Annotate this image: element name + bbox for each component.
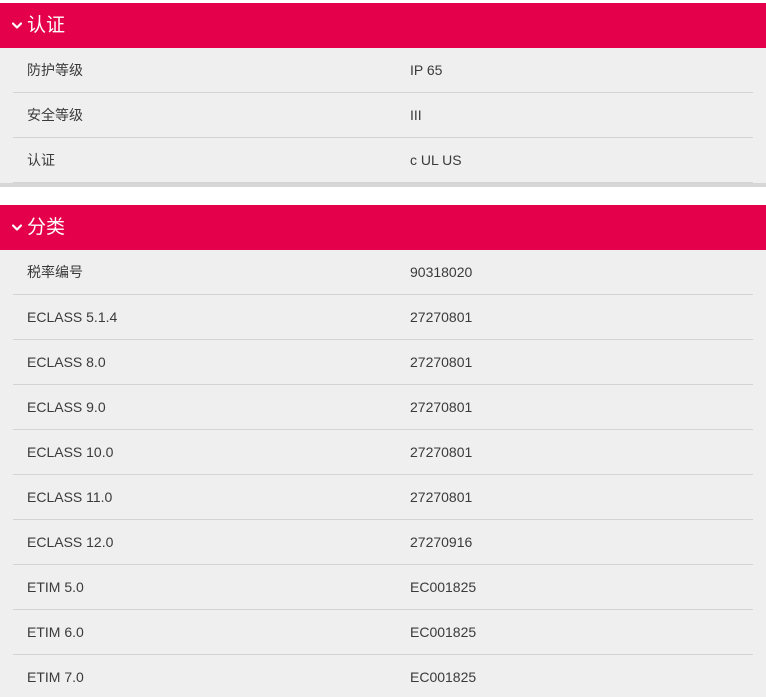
row-value: EC001825 (410, 579, 477, 595)
table-row: ECLASS 10.0 27270801 (13, 430, 753, 475)
table-row: ECLASS 8.0 27270801 (13, 340, 753, 385)
row-label: ECLASS 11.0 (27, 489, 113, 505)
row-label: ECLASS 8.0 (27, 354, 106, 370)
row-value: 27270801 (410, 309, 473, 325)
row-value: 27270801 (410, 444, 473, 460)
row-value: IP 65 (410, 62, 443, 78)
table-row: ECLASS 11.0 27270801 (13, 475, 753, 520)
row-label: ECLASS 10.0 (27, 444, 114, 460)
table-row: 税率编号 90318020 (13, 250, 753, 295)
section-header-classification[interactable]: 分类 (0, 205, 766, 250)
row-label: 税率编号 (27, 264, 83, 280)
table-row: 认证 c UL US (13, 138, 753, 183)
row-label: ECLASS 9.0 (27, 399, 106, 415)
row-value: 27270801 (410, 354, 473, 370)
chevron-down-icon (12, 21, 22, 31)
table-row: ETIM 5.0 EC001825 (13, 565, 753, 610)
attribute-list: 税率编号 90318020 ECLASS 5.1.4 27270801 ECLA… (13, 250, 753, 697)
row-label: ETIM 7.0 (27, 669, 84, 685)
chevron-down-icon (12, 223, 22, 233)
section-title: 认证 (27, 14, 66, 36)
table-row: ETIM 6.0 EC001825 (13, 610, 753, 655)
row-value: 27270801 (410, 399, 473, 415)
row-value: EC001825 (410, 624, 477, 640)
section-certification: 认证 防护等级 IP 65 安全等级 III 认证 c UL US (0, 3, 766, 183)
section-title: 分类 (27, 216, 66, 238)
row-value: 90318020 (410, 264, 473, 280)
row-value: 27270916 (410, 534, 473, 550)
row-label: 安全等级 (27, 107, 83, 123)
page: 认证 防护等级 IP 65 安全等级 III 认证 c UL US 分类 税率编… (0, 0, 766, 697)
table-row: ECLASS 9.0 27270801 (13, 385, 753, 430)
row-label: ECLASS 5.1.4 (27, 309, 118, 325)
table-row: ETIM 7.0 EC001825 (13, 655, 753, 697)
table-row: 安全等级 III (13, 93, 753, 138)
row-label: 防护等级 (27, 62, 83, 78)
row-label: ETIM 6.0 (27, 624, 84, 640)
table-row: ECLASS 12.0 27270916 (13, 520, 753, 565)
attribute-list: 防护等级 IP 65 安全等级 III 认证 c UL US (13, 48, 753, 183)
row-value: III (410, 107, 422, 123)
section-classification: 分类 税率编号 90318020 ECLASS 5.1.4 27270801 E… (0, 205, 766, 697)
section-divider (0, 183, 766, 187)
row-label: ETIM 5.0 (27, 579, 84, 595)
row-label: 认证 (27, 152, 55, 168)
row-value: 27270801 (410, 489, 473, 505)
table-row: 防护等级 IP 65 (13, 48, 753, 93)
row-label: ECLASS 12.0 (27, 534, 114, 550)
table-row: ECLASS 5.1.4 27270801 (13, 295, 753, 340)
row-value: EC001825 (410, 669, 477, 685)
section-header-certification[interactable]: 认证 (0, 3, 766, 48)
row-value: c UL US (410, 152, 462, 168)
